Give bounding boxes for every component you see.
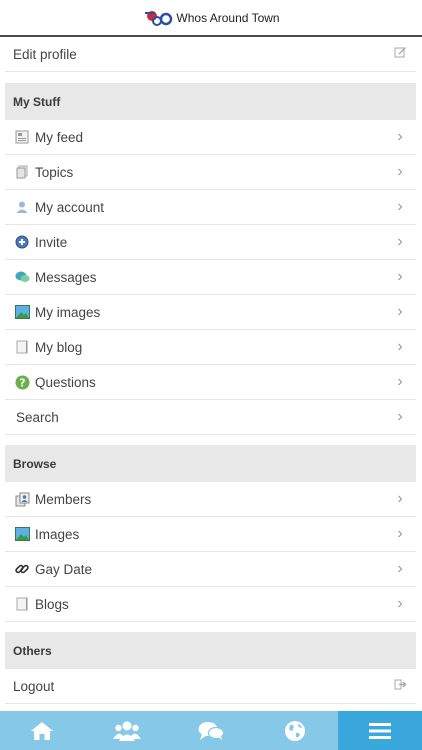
feed-icon <box>14 129 30 145</box>
chevron-right-icon: › <box>397 233 403 250</box>
menu-item-my-account[interactable]: My account › <box>5 190 416 225</box>
menu-item-topics[interactable]: Topics › <box>5 155 416 190</box>
menu-item-label: My feed <box>35 129 84 145</box>
menu-item-label: Search <box>16 409 59 425</box>
images-icon <box>14 304 30 320</box>
menu-item-gay-date[interactable]: Gay Date › <box>5 552 416 587</box>
app-logo <box>145 10 173 26</box>
menu-item-label: Invite <box>35 234 68 250</box>
home-icon <box>31 721 54 740</box>
tab-home[interactable] <box>0 711 84 750</box>
tab-chat[interactable] <box>169 711 253 750</box>
menu-item-label: Images <box>35 526 80 542</box>
invite-icon <box>14 234 30 250</box>
svg-text:?: ? <box>19 376 25 389</box>
menu-item-label: Members <box>35 491 92 507</box>
menu-item-label: My images <box>35 304 101 320</box>
blog-icon <box>14 596 30 612</box>
menu-item-label: Blogs <box>35 596 69 612</box>
section-browse-title: Browse <box>13 456 57 471</box>
logout-icon <box>392 677 408 695</box>
menu-item-my-blog[interactable]: My blog › <box>5 330 416 365</box>
menu-item-search[interactable]: Search › <box>5 400 416 435</box>
menu-item-label: My blog <box>35 339 83 355</box>
menu-item-label: Messages <box>35 269 97 285</box>
chevron-right-icon: › <box>397 268 403 285</box>
menu-item-label: My account <box>35 199 105 215</box>
menu-item-messages[interactable]: Messages › <box>5 260 416 295</box>
images-icon <box>14 526 30 542</box>
globe-icon <box>285 720 306 741</box>
bottom-tab-bar <box>0 711 422 750</box>
chevron-right-icon: › <box>397 303 403 320</box>
edit-profile-label: Edit profile <box>13 46 77 62</box>
section-my-stuff: My Stuff <box>5 83 416 120</box>
tab-people[interactable] <box>84 711 168 750</box>
menu-item-members[interactable]: Members › <box>5 482 416 517</box>
link-icon <box>14 561 30 577</box>
menu-item-invite[interactable]: Invite › <box>5 225 416 260</box>
chevron-right-icon: › <box>397 198 403 215</box>
menu-item-label: Questions <box>35 374 96 390</box>
menu-item-my-feed[interactable]: My feed › <box>5 120 416 155</box>
chevron-right-icon: › <box>397 490 403 507</box>
section-others: Others <box>5 632 416 669</box>
people-icon <box>112 721 141 741</box>
chevron-right-icon: › <box>397 560 403 577</box>
edit-icon <box>392 45 408 63</box>
chevron-right-icon: › <box>397 163 403 180</box>
app-title: Whos Around Town <box>176 10 280 25</box>
app-header: Whos Around Town <box>0 0 422 37</box>
tab-globe[interactable] <box>253 711 337 750</box>
menu-item-images[interactable]: Images › <box>5 517 416 552</box>
section-others-title: Others <box>13 643 52 658</box>
menu-icon <box>368 722 391 739</box>
chevron-right-icon: › <box>397 373 403 390</box>
menu-item-questions[interactable]: ? Questions › <box>5 365 416 400</box>
chevron-right-icon: › <box>397 595 403 612</box>
chevron-right-icon: › <box>397 128 403 145</box>
topics-icon <box>14 164 30 180</box>
menu-item-logout[interactable]: Logout <box>5 669 416 704</box>
blog-icon <box>14 339 30 355</box>
menu-item-my-images[interactable]: My images › <box>5 295 416 330</box>
section-my-stuff-title: My Stuff <box>13 94 61 109</box>
tab-menu[interactable] <box>337 711 422 750</box>
menu-item-blogs[interactable]: Blogs › <box>5 587 416 622</box>
question-icon: ? <box>14 374 30 390</box>
chevron-right-icon: › <box>397 408 403 425</box>
section-browse: Browse <box>5 445 416 482</box>
members-icon <box>14 491 30 507</box>
menu-item-label: Gay Date <box>35 561 93 577</box>
user-icon <box>14 199 30 215</box>
chat-icon <box>198 721 225 740</box>
messages-icon <box>14 269 30 285</box>
edit-profile-item[interactable]: Edit profile <box>5 37 416 72</box>
menu-item-label: Topics <box>35 164 74 180</box>
chevron-right-icon: › <box>397 525 403 542</box>
menu-item-label: Logout <box>13 678 55 694</box>
chevron-right-icon: › <box>397 338 403 355</box>
